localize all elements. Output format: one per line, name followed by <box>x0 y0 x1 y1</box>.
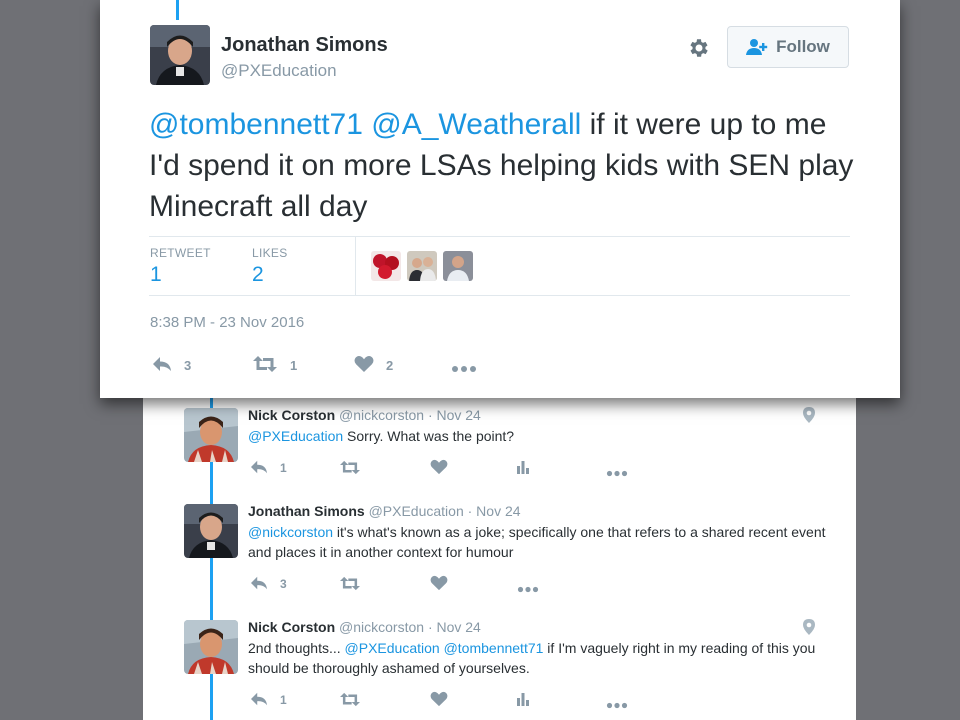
retweet-stat-label: RETWEET <box>150 246 211 260</box>
reply-text: @PXEducation Sorry. What was the point? <box>248 426 828 446</box>
retweet-icon[interactable] <box>339 460 361 475</box>
reply-count: 1 <box>280 693 287 707</box>
reply-avatar[interactable] <box>184 504 238 558</box>
likes-stat-count[interactable]: 2 <box>252 263 264 287</box>
mention-link[interactable]: @PXEducation <box>345 640 440 656</box>
reply-body: Sorry. What was the point? <box>343 428 515 444</box>
reply-header: Nick Corston @nickcorston · Nov 24 <box>248 407 481 423</box>
retweet-stat-count[interactable]: 1 <box>150 263 162 287</box>
retweet-icon[interactable] <box>339 692 361 707</box>
like-count: 2 <box>386 358 394 373</box>
liker-avatar[interactable] <box>407 251 437 281</box>
mention-link[interactable]: @nickcorston <box>248 524 333 540</box>
thread-line-2 <box>210 462 213 504</box>
like-icon[interactable] <box>430 459 448 475</box>
reply-avatar[interactable] <box>184 620 238 674</box>
replies-card: Nick Corston @nickcorston · Nov 24 @PXEd… <box>143 398 856 720</box>
follow-label: Follow <box>776 37 830 56</box>
reply-author-handle[interactable]: @nickcorston <box>339 619 424 635</box>
reply-prefix: 2nd thoughts... <box>248 640 345 656</box>
mention-link[interactable]: @PXEducation <box>248 428 343 444</box>
reply-icon[interactable] <box>249 459 269 475</box>
reply-author-name[interactable]: Jonathan Simons <box>248 503 365 519</box>
more-icon[interactable] <box>451 360 477 372</box>
retweet-count: 1 <box>290 358 298 373</box>
reply-count: 1 <box>280 461 287 475</box>
reply-author-name[interactable]: Nick Corston <box>248 407 335 423</box>
follow-person-icon <box>746 38 768 56</box>
reply-icon[interactable] <box>151 355 173 373</box>
tweet-timestamp[interactable]: 8:38 PM - 23 Nov 2016 <box>150 314 304 331</box>
reply-text: 2nd thoughts... @PXEducation @tombennett… <box>248 638 828 678</box>
author-avatar[interactable] <box>150 25 210 85</box>
retweet-icon[interactable] <box>252 355 278 373</box>
mention-link[interactable]: @tombennett71 <box>444 640 544 656</box>
reply-icon[interactable] <box>249 575 269 591</box>
stats-vertical-divider <box>355 237 356 295</box>
reply-count: 3 <box>280 577 287 591</box>
reply-body: it's what's known as a joke; specificall… <box>248 524 826 560</box>
reply-date[interactable]: · Nov 24 <box>428 619 481 635</box>
follow-button[interactable]: Follow <box>727 26 849 68</box>
more-icon[interactable] <box>517 580 539 593</box>
reply-date[interactable]: · Nov 24 <box>428 407 481 423</box>
tweet-text: @tombennett71 @A_Weatherall if it were u… <box>149 104 859 227</box>
like-icon[interactable] <box>430 691 448 707</box>
like-icon[interactable] <box>430 575 448 591</box>
reply-text: @nickcorston it's what's known as a joke… <box>248 522 828 562</box>
reply-icon[interactable] <box>249 691 269 707</box>
mention-link[interactable]: @tombennett71 <box>149 108 363 141</box>
gear-icon[interactable] <box>687 36 711 60</box>
thread-line-3 <box>210 558 213 620</box>
reply-author-handle[interactable]: @PXEducation <box>369 503 464 519</box>
reply-header: Nick Corston @nickcorston · Nov 24 <box>248 619 481 635</box>
author-name[interactable]: Jonathan Simons <box>221 34 388 57</box>
stats-divider-top <box>149 236 850 237</box>
reply-date[interactable]: · Nov 24 <box>468 503 521 519</box>
thread-line-4 <box>210 673 213 720</box>
thread-line-top <box>176 0 179 20</box>
likes-stat-label: LIKES <box>252 246 288 260</box>
reply-count: 3 <box>184 358 192 373</box>
liker-avatar[interactable] <box>443 251 473 281</box>
like-icon[interactable] <box>354 355 374 373</box>
reply-author-name[interactable]: Nick Corston <box>248 619 335 635</box>
reply-author-handle[interactable]: @nickcorston <box>339 407 424 423</box>
stats-divider-bottom <box>149 295 850 296</box>
author-handle[interactable]: @PXEducation <box>221 61 337 81</box>
retweet-icon[interactable] <box>339 576 361 591</box>
reply-avatar[interactable] <box>184 408 238 462</box>
mention-link[interactable]: @A_Weatherall <box>371 108 581 141</box>
more-icon[interactable] <box>606 696 628 709</box>
reply-header: Jonathan Simons @PXEducation · Nov 24 <box>248 503 521 519</box>
main-tweet-card: Jonathan Simons @PXEducation Follow @tom… <box>100 0 900 398</box>
analytics-icon[interactable] <box>516 692 530 706</box>
liker-avatar[interactable] <box>371 251 401 281</box>
thread-line-1 <box>210 398 213 408</box>
more-icon[interactable] <box>606 464 628 477</box>
analytics-icon[interactable] <box>516 460 530 474</box>
location-icon[interactable] <box>803 619 815 635</box>
location-icon[interactable] <box>803 407 815 423</box>
